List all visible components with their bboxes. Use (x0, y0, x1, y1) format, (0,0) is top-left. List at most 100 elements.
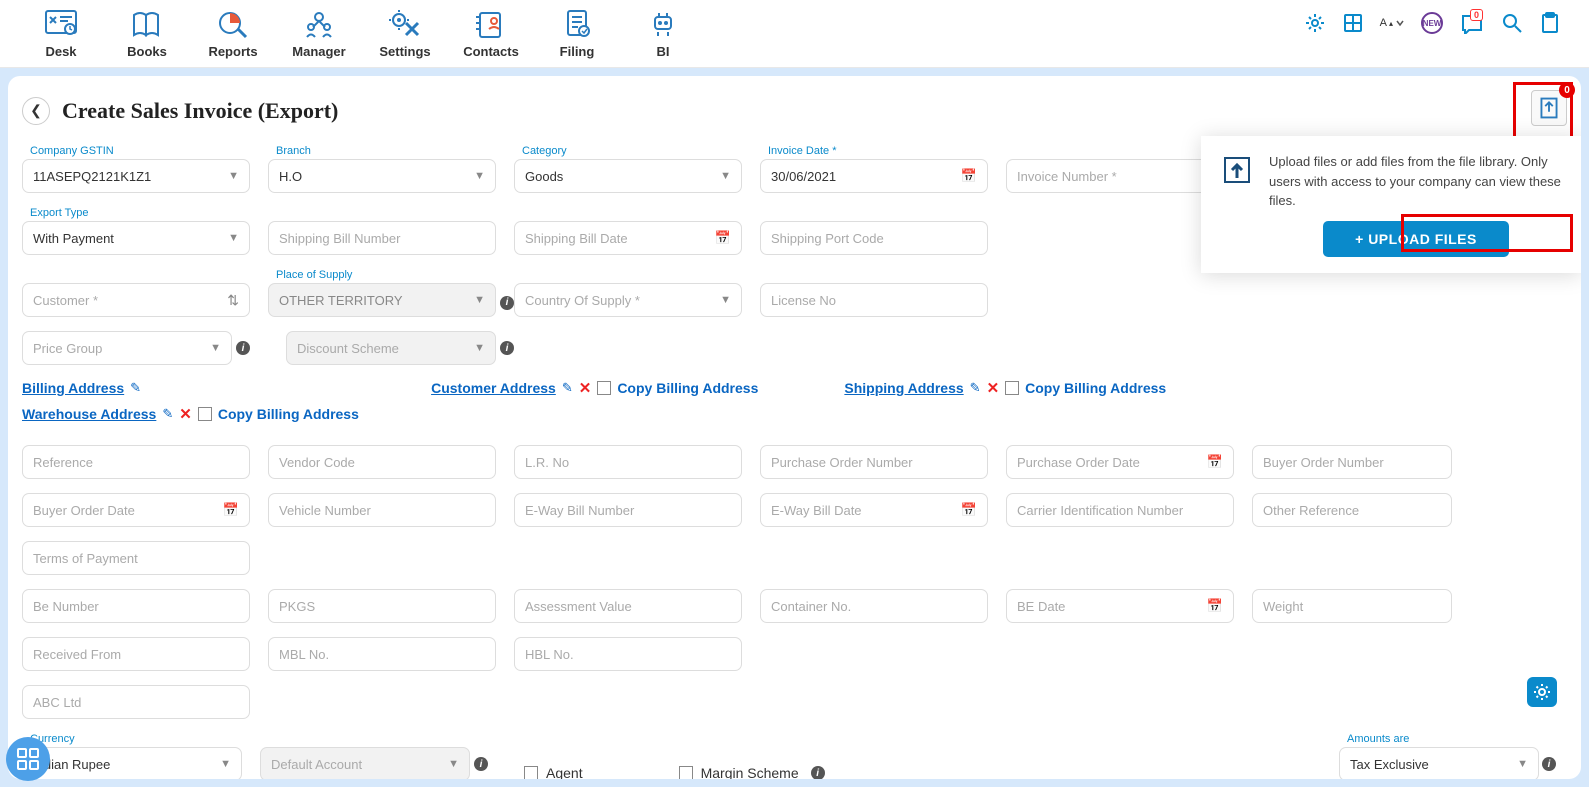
weight-input[interactable] (1252, 589, 1452, 623)
shipping-address-link[interactable]: Shipping Address (844, 380, 963, 396)
pkgs-input[interactable] (268, 589, 496, 623)
calendar-icon: 📅 (223, 502, 239, 518)
billing-address-link[interactable]: Billing Address (22, 380, 124, 396)
terms-of-payment-input[interactable] (22, 541, 250, 575)
mbl-no-input[interactable] (268, 637, 496, 671)
search-icon[interactable] (1501, 12, 1523, 34)
page-title: Create Sales Invoice (Export) (62, 98, 338, 124)
branch-select[interactable]: H.O▼ (268, 159, 496, 193)
buyer-order-number-input[interactable] (1252, 445, 1452, 479)
back-button[interactable]: ❮ (22, 97, 50, 125)
info-icon[interactable]: i (1542, 757, 1556, 771)
purchase-order-number-input[interactable] (760, 445, 988, 479)
carrier-id-input[interactable] (1006, 493, 1234, 527)
nav-label: Desk (45, 44, 76, 59)
calendar-icon: 📅 (1207, 598, 1223, 614)
category-label: Category (514, 145, 742, 157)
eway-bill-date-input[interactable]: 📅 (760, 493, 988, 527)
nav-manager[interactable]: Manager (290, 6, 348, 59)
place-of-supply-select[interactable]: OTHER TERRITORY▼ (268, 283, 496, 317)
default-account-select[interactable]: Default Account▼ (260, 747, 470, 779)
reference-input[interactable] (22, 445, 250, 479)
nav-label: Reports (208, 44, 257, 59)
edit-icon[interactable]: ✎ (970, 380, 981, 396)
calendar-icon: 📅 (961, 168, 977, 184)
new-badge[interactable]: NEW (1421, 12, 1443, 34)
font-size-toggle[interactable]: A▴ (1380, 17, 1405, 29)
nav-settings[interactable]: Settings (376, 6, 434, 59)
other-reference-input[interactable] (1252, 493, 1452, 527)
upload-text: Upload files or add files from the file … (1269, 152, 1563, 211)
customer-address-link[interactable]: Customer Address (431, 380, 556, 396)
notification-icon[interactable]: 0 (1459, 12, 1485, 34)
purchase-order-date-input[interactable]: 📅 (1006, 445, 1234, 479)
copy-billing-checkbox[interactable] (1005, 381, 1019, 395)
invoice-date-input[interactable]: 30/06/2021📅 (760, 159, 988, 193)
info-icon[interactable]: i (474, 757, 488, 771)
attachments-button[interactable]: 0 (1531, 90, 1567, 131)
company-gstin-select[interactable]: 11ASEPQ2121K1Z1▼ (22, 159, 250, 193)
nav-filing[interactable]: Filing (548, 6, 606, 59)
margin-scheme-checkbox[interactable] (679, 766, 693, 779)
nav-label: Books (127, 44, 167, 59)
delete-icon[interactable]: ✕ (579, 379, 592, 397)
buyer-order-date-input[interactable]: 📅 (22, 493, 250, 527)
license-no-input[interactable] (760, 283, 988, 317)
info-icon[interactable]: i (811, 766, 825, 779)
notif-count: 0 (1470, 9, 1483, 21)
apps-fab[interactable] (6, 737, 50, 781)
customer-select[interactable]: Customer *⇅ (22, 283, 250, 317)
discount-scheme-select[interactable]: Discount Scheme▼ (286, 331, 496, 365)
eway-bill-number-input[interactable] (514, 493, 742, 527)
edit-icon[interactable]: ✎ (162, 406, 173, 422)
category-select[interactable]: Goods▼ (514, 159, 742, 193)
vendor-code-input[interactable] (268, 445, 496, 479)
agent-checkbox[interactable] (524, 766, 538, 779)
received-from-input[interactable] (22, 637, 250, 671)
container-no-input[interactable] (760, 589, 988, 623)
nav-label: Contacts (463, 44, 519, 59)
calculator-icon[interactable] (1342, 12, 1364, 34)
shipping-port-code-input[interactable] (760, 221, 988, 255)
margin-scheme-label: Margin Scheme (701, 765, 799, 779)
nav-bi[interactable]: BI (634, 6, 692, 59)
lr-no-input[interactable] (514, 445, 742, 479)
nav-label: Settings (379, 44, 430, 59)
delete-icon[interactable]: ✕ (987, 379, 1000, 397)
warehouse-address-link[interactable]: Warehouse Address (22, 406, 156, 422)
nav-desk[interactable]: Desk (32, 6, 90, 59)
delete-icon[interactable]: ✕ (179, 405, 192, 423)
price-group-select[interactable]: Price Group▼ (22, 331, 232, 365)
be-date-input[interactable]: 📅 (1006, 589, 1234, 623)
edit-icon[interactable]: ✎ (130, 380, 141, 396)
info-icon[interactable]: i (500, 341, 514, 355)
settings-icon (387, 6, 423, 42)
abc-ltd-input[interactable] (22, 685, 250, 719)
currency-select[interactable]: Indian Rupee▼ (22, 747, 242, 779)
edit-icon[interactable]: ✎ (562, 380, 573, 396)
shipping-bill-date-input[interactable]: 📅 (514, 221, 742, 255)
info-icon[interactable]: i (236, 341, 250, 355)
gear-icon[interactable] (1304, 12, 1326, 34)
hbl-no-input[interactable] (514, 637, 742, 671)
clipboard-icon[interactable] (1539, 12, 1561, 34)
invoice-number-input[interactable] (1006, 159, 1234, 193)
page-panel: ❮ Create Sales Invoice (Export) 0 Compan… (8, 76, 1581, 779)
info-icon[interactable]: i (500, 296, 514, 310)
assessment-value-input[interactable] (514, 589, 742, 623)
nav-books[interactable]: Books (118, 6, 176, 59)
shipping-bill-number-input[interactable] (268, 221, 496, 255)
copy-billing-checkbox[interactable] (198, 407, 212, 421)
nav-contacts[interactable]: Contacts (462, 6, 520, 59)
settings-fab[interactable] (1527, 677, 1557, 707)
export-type-select[interactable]: With Payment▼ (22, 221, 250, 255)
amounts-are-select[interactable]: Tax Exclusive▼i (1339, 747, 1539, 779)
upload-icon (1219, 152, 1255, 188)
nav-reports[interactable]: Reports (204, 6, 262, 59)
vehicle-number-input[interactable] (268, 493, 496, 527)
manager-icon (301, 6, 337, 42)
be-number-input[interactable] (22, 589, 250, 623)
country-of-supply-select[interactable]: Country Of Supply *▼ (514, 283, 742, 317)
currency-label: Currency (22, 733, 242, 745)
copy-billing-checkbox[interactable] (597, 381, 611, 395)
